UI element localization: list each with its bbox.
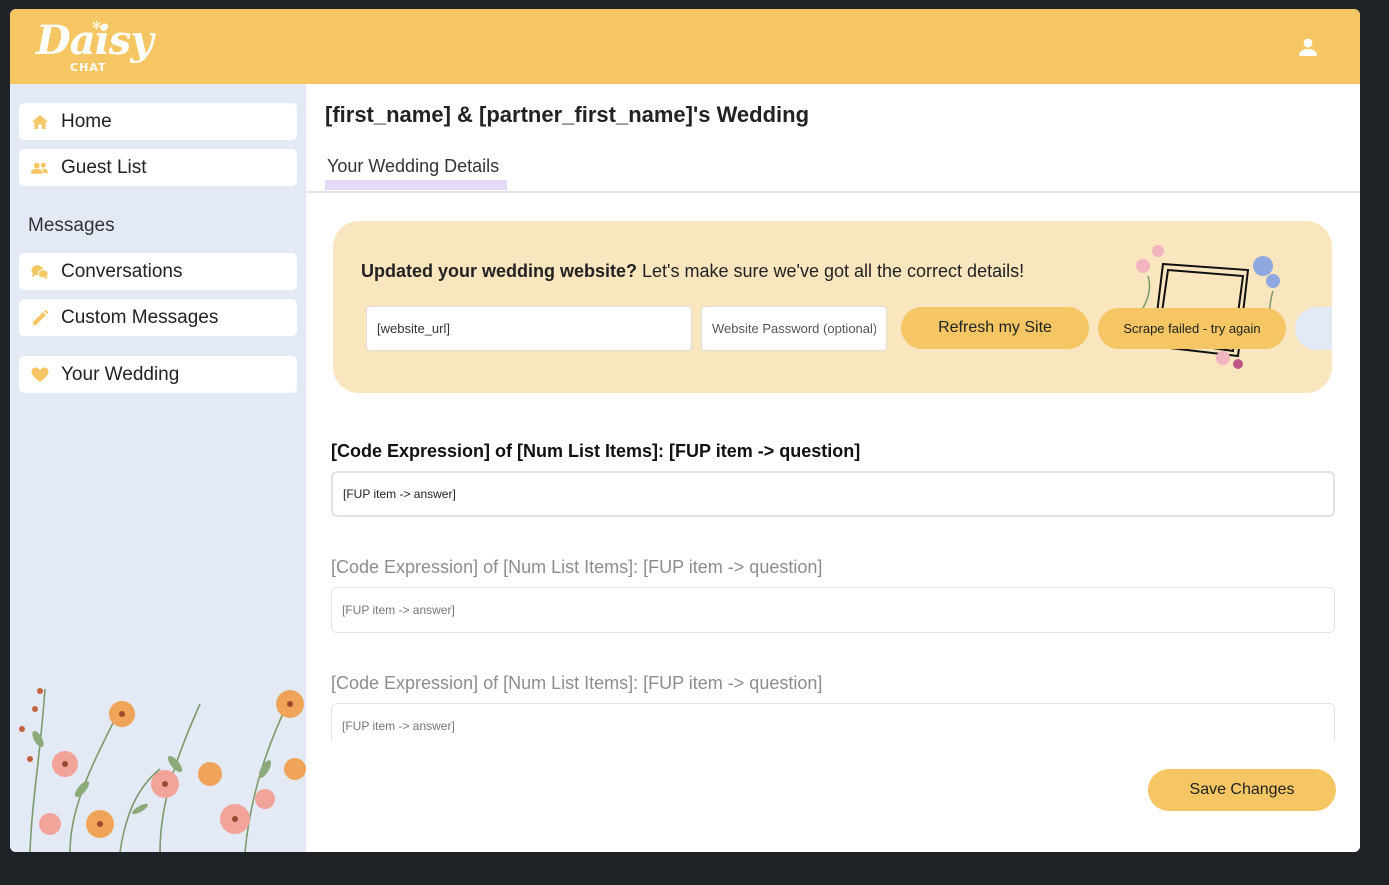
heart-icon <box>31 366 49 384</box>
sidebar-item-label: Conversations <box>61 260 183 282</box>
chat-bubbles-icon <box>31 263 49 281</box>
main-content: [first_name] & [partner_first_name]'s We… <box>306 84 1360 852</box>
sidebar: Home Guest List Messages Conversations C… <box>10 84 306 852</box>
scrape-failed-retry-button[interactable]: Scrape failed - try again <box>1098 308 1286 349</box>
sidebar-item-label: Your Wedding <box>61 363 180 385</box>
wedding-detail-item: [Code Expression] of [Num List Items]: [… <box>331 673 1335 741</box>
sidebar-item-your-wedding[interactable]: Your Wedding <box>19 356 297 393</box>
app-window: Daisy ✻ CHAT Home Guest List Messages Co… <box>10 9 1360 852</box>
tab-label: Your Wedding Details <box>327 156 500 176</box>
sidebar-item-home[interactable]: Home <box>19 103 297 140</box>
sidebar-item-conversations[interactable]: Conversations <box>19 253 297 290</box>
wedding-detail-question: [Code Expression] of [Num List Items]: [… <box>331 557 823 577</box>
banner-headline-bold: Updated your wedding website? <box>361 261 638 281</box>
sidebar-item-label: Guest List <box>61 156 147 178</box>
floral-illustration <box>19 688 306 852</box>
floral-frame-illustration <box>1136 245 1280 369</box>
wedding-detail-answer-input[interactable] <box>331 703 1335 741</box>
wedding-detail-answer-input[interactable] <box>331 587 1335 633</box>
home-icon <box>31 113 49 131</box>
daisy-chat-logo[interactable]: Daisy ✻ CHAT <box>36 17 154 77</box>
logo-flower-icon: ✻ <box>92 20 102 32</box>
sidebar-item-guest-list[interactable]: Guest List <box>19 149 297 186</box>
wedding-detail-question: [Code Expression] of [Num List Items]: [… <box>331 441 861 461</box>
website-password-input[interactable] <box>701 306 887 351</box>
save-changes-button[interactable]: Save Changes <box>1148 769 1336 811</box>
wedding-detail-item: [Code Expression] of [Num List Items]: [… <box>331 557 1335 633</box>
website-update-banner: Updated your wedding website? Let's make… <box>333 221 1332 393</box>
wedding-detail-question: [Code Expression] of [Num List Items]: [… <box>331 673 823 693</box>
logo-subtext: CHAT <box>70 61 107 74</box>
people-icon <box>31 159 49 177</box>
wedding-detail-answer-input[interactable] <box>331 471 1335 517</box>
top-bar: Daisy ✻ CHAT <box>10 9 1360 84</box>
sidebar-item-label: Home <box>61 110 112 132</box>
user-icon[interactable] <box>1296 35 1320 59</box>
tab-divider <box>306 191 1360 193</box>
wedding-detail-item: [Code Expression] of [Num List Items]: [… <box>331 441 1335 517</box>
banner-headline-rest: Let's make sure we've got all the correc… <box>637 261 1025 281</box>
refresh-site-button[interactable]: Refresh my Site <box>901 307 1089 349</box>
website-url-input[interactable] <box>366 306 692 351</box>
pencil-icon <box>31 309 49 327</box>
banner-extra-button[interactable] <box>1295 307 1332 350</box>
sidebar-item-custom-messages[interactable]: Custom Messages <box>19 299 297 336</box>
tab-your-wedding-details[interactable]: Your Wedding Details <box>325 154 507 191</box>
banner-headline: Updated your wedding website? Let's make… <box>361 261 1024 282</box>
page-title: [first_name] & [partner_first_name]'s We… <box>325 102 810 127</box>
tab-active-indicator <box>325 180 507 190</box>
sidebar-item-label: Custom Messages <box>61 306 219 328</box>
section-label-messages: Messages <box>28 215 115 236</box>
